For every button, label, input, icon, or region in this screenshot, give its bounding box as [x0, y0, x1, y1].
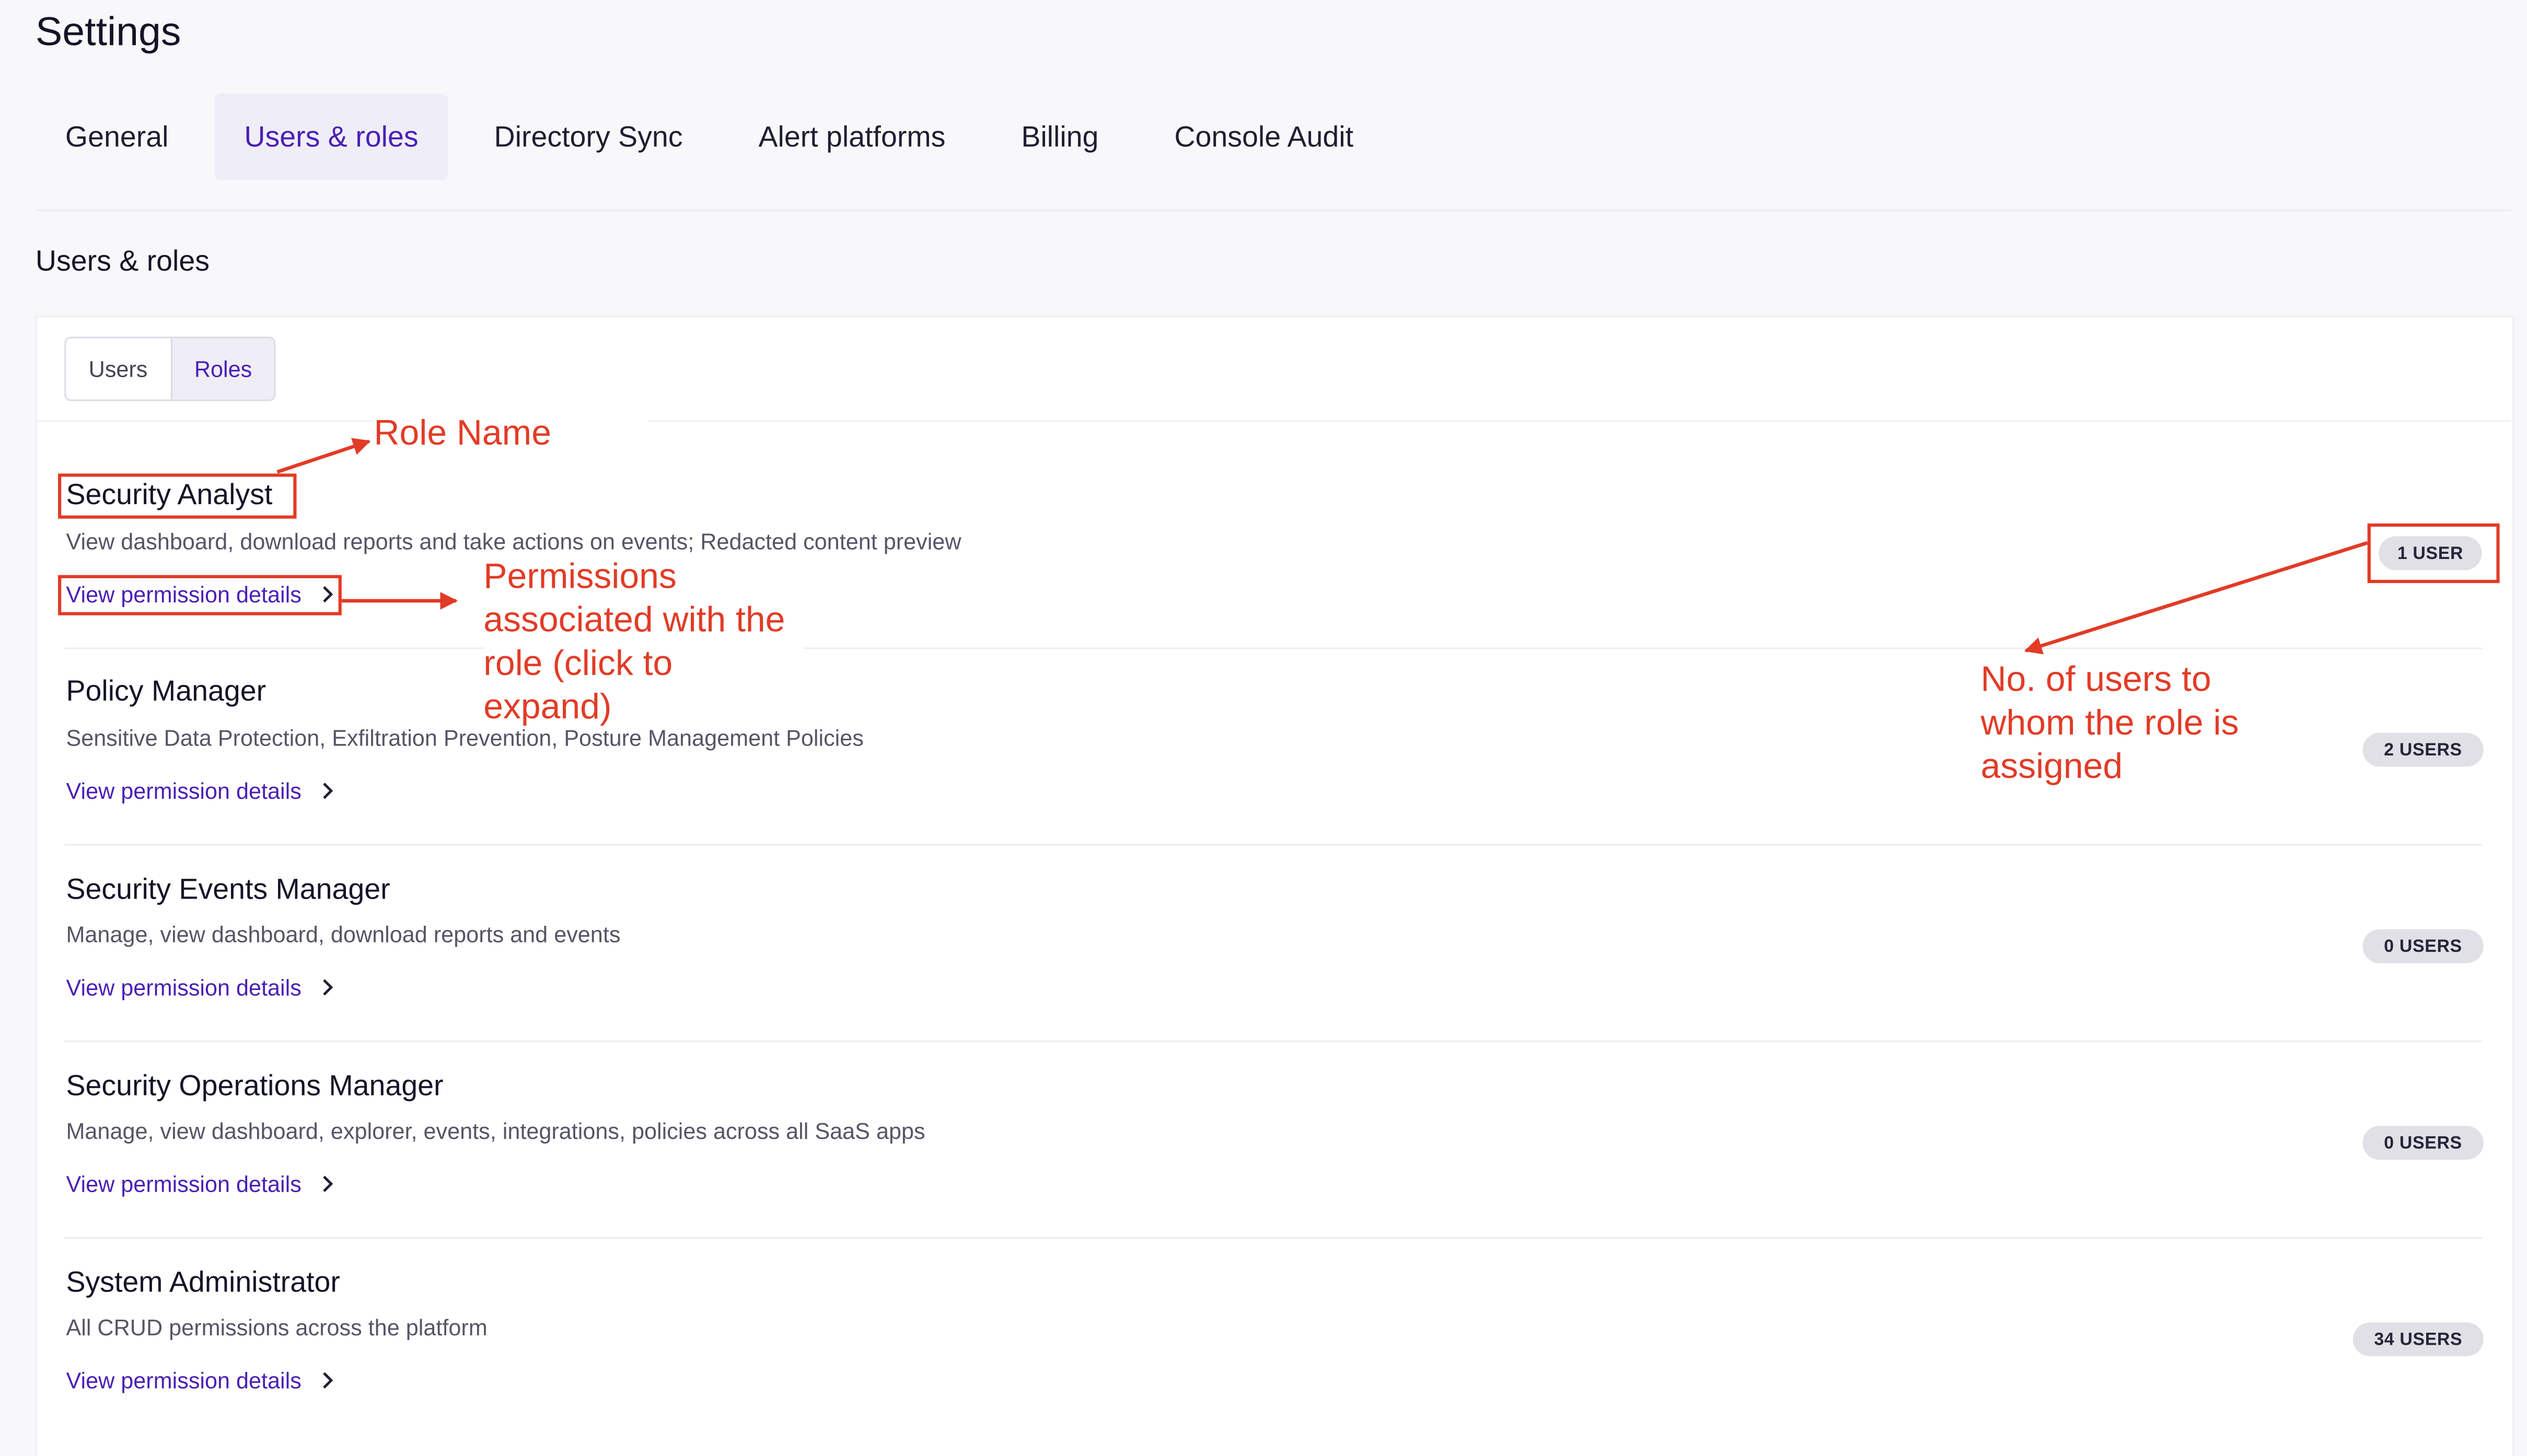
link-label: View permission details	[66, 974, 302, 1000]
role-description: Manage, view dashboard, explorer, events…	[66, 1117, 925, 1144]
row-divider	[64, 844, 2482, 846]
annotation-line: whom the role is	[1980, 702, 2239, 743]
chevron-right-icon	[323, 783, 333, 799]
annotation-line: associated with the	[483, 599, 785, 639]
role-name: Policy Manager	[66, 674, 266, 707]
row-divider	[64, 1040, 2482, 1042]
annotation-line: No. of users to	[1980, 658, 2211, 700]
tab-users-roles[interactable]: Users & roles	[214, 93, 448, 181]
annotation-line: assigned	[1980, 746, 2123, 786]
view-permission-details-link[interactable]: View permission details	[66, 1171, 338, 1197]
view-permission-details-link[interactable]: View permission details	[66, 1368, 338, 1393]
user-count-highlight-box	[2367, 523, 2500, 584]
role-name: Security Events Manager	[66, 873, 390, 905]
chevron-right-icon	[323, 1175, 333, 1192]
role-description: View dashboard, download reports and tak…	[66, 528, 961, 554]
view-permission-details-link[interactable]: View permission details	[66, 778, 338, 803]
role-description: Manage, view dashboard, download reports…	[66, 921, 621, 947]
user-count-badge: 0 USERS	[2362, 1126, 2484, 1160]
annotation-users-count: No. of users to whom the role is assigne…	[1980, 657, 2239, 788]
annotation-permissions: Permissions associated with the role (cl…	[483, 554, 805, 728]
link-label: View permission details	[66, 778, 302, 804]
user-count-badge: 34 USERS	[2352, 1322, 2484, 1356]
user-count-badge: 0 USERS	[2362, 929, 2484, 963]
roles-toggle-button[interactable]: Roles	[170, 338, 275, 400]
tab-alert-platforms[interactable]: Alert platforms	[728, 94, 975, 180]
chevron-right-icon	[323, 979, 333, 996]
annotation-line: expand)	[483, 686, 612, 727]
annotation-line: Permissions	[483, 555, 677, 596]
tab-console-audit[interactable]: Console Audit	[1144, 94, 1383, 180]
permission-link-highlight-box	[58, 575, 342, 615]
annotation-line: role (click to	[483, 643, 673, 683]
role-name: Security Operations Manager	[66, 1069, 444, 1102]
page-title: Settings	[35, 9, 181, 55]
link-label: View permission details	[66, 1367, 302, 1393]
chevron-right-icon	[323, 1372, 333, 1389]
role-description: Sensitive Data Protection, Exfiltration …	[66, 725, 864, 751]
role-name: System Administrator	[66, 1266, 340, 1298]
tab-directory-sync[interactable]: Directory Sync	[464, 94, 712, 180]
link-label: View permission details	[66, 1171, 302, 1197]
role-description: All CRUD permissions across the platform	[66, 1314, 488, 1341]
row-divider	[64, 1237, 2482, 1239]
annotation-role-name: Role Name	[374, 411, 648, 455]
users-toggle-button[interactable]: Users	[66, 338, 170, 399]
row-divider	[64, 647, 2482, 649]
settings-tabs: General Users & roles Directory Sync Ale…	[36, 93, 1399, 181]
roles-panel	[35, 316, 2514, 1456]
users-roles-toggle: Users Roles	[64, 336, 276, 401]
user-count-badge: 2 USERS	[2362, 732, 2484, 767]
section-title: Users & roles	[35, 244, 210, 277]
tabs-divider	[35, 209, 2511, 211]
tab-general[interactable]: General	[36, 94, 199, 180]
view-permission-details-link[interactable]: View permission details	[66, 974, 338, 1000]
role-name-highlight-box	[58, 473, 297, 519]
tab-billing[interactable]: Billing	[991, 94, 1128, 180]
